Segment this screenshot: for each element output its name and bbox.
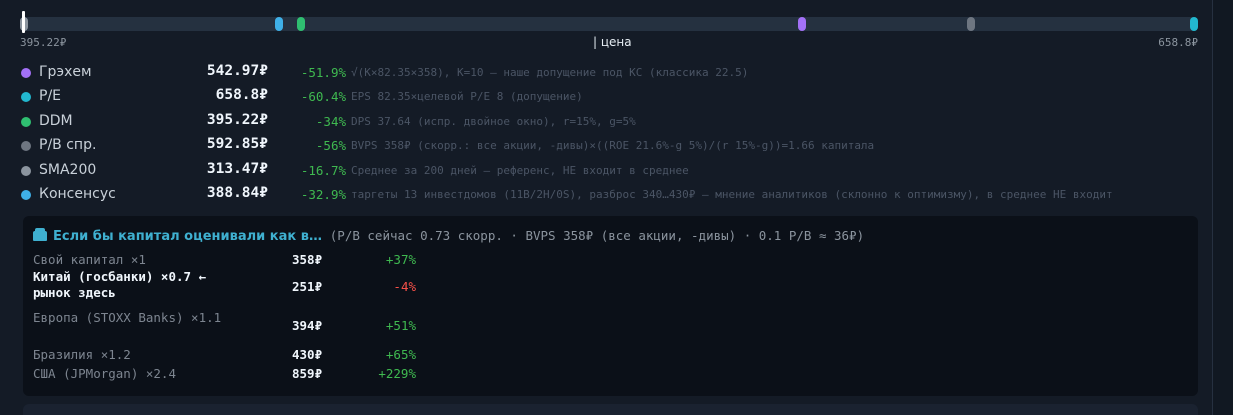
capital-row-value: 394₽ (292, 318, 323, 333)
method-row: DDM 395.22₽ -34% DPS 37.64 (испр. двойное о… (20, 111, 1200, 135)
method-name: Грэхем (39, 64, 92, 80)
price-label-text: цена (600, 35, 632, 49)
capital-row-name: Китай (госбанки) ×0.7 ← рынок здесь (33, 269, 207, 300)
method-delta: -60.4% (300, 89, 346, 105)
circle-icon (21, 189, 31, 200)
capital-row-name: Европа (STOXX Banks) ×1.1 (33, 310, 222, 325)
circle-icon (21, 165, 31, 176)
capital-row-delta: +229% (378, 366, 416, 381)
method-name: SMA200 (39, 161, 97, 178)
scroll-edge (1212, 0, 1233, 415)
range-min-label: 395.22₽ (20, 36, 67, 49)
capital-row-value: 251₽ (292, 279, 323, 294)
method-delta: -51.9% (300, 65, 346, 80)
bank-icon (33, 228, 47, 241)
method-name: P/B спр. (39, 137, 97, 154)
circle-icon (21, 92, 31, 103)
capital-row-value: 859₽ (292, 366, 323, 381)
method-value: 313.47₽ (206, 160, 268, 177)
method-value: 592.85₽ (206, 136, 268, 153)
range-marker (296, 17, 305, 31)
valuation-range-bar (20, 11, 1198, 33)
capital-comparison-panel: Если бы капитал оценивали как в… (P/B се… (23, 216, 1198, 396)
range-marker (1190, 17, 1198, 31)
method-row: P/E 658.8₽ -60.4% EPS 82.35×целевой P/E 8 (… (20, 86, 1200, 110)
range-marker (797, 17, 806, 31)
panel-title-text: Если бы капитал оценивали как в… (53, 229, 322, 244)
range-marker (966, 17, 975, 31)
method-delta: -56% (315, 138, 346, 154)
method-name: P/E (39, 88, 62, 105)
circle-icon (21, 116, 31, 127)
capital-row-value: 430₽ (292, 347, 323, 362)
range-max-label: 658.8₽ (1158, 36, 1198, 49)
method-note: таргеты 13 инвестдомов (11B/2H/0S), разб… (351, 187, 1113, 201)
method-note: BVPS 358₽ (скорр.: все акции, -дивы)×((R… (351, 139, 875, 153)
method-delta: -34% (315, 113, 346, 129)
method-note: Среднее за 200 дней — референс, НЕ входи… (351, 163, 689, 177)
capital-row-delta: +51% (385, 318, 416, 333)
method-value: 658.8₽ (215, 87, 268, 104)
method-note: EPS 82.35×целевой P/E 8 (допущение) (351, 90, 583, 104)
panel-title: Если бы капитал оценивали как в… (P/B се… (33, 228, 864, 244)
method-value: 388.84₽ (206, 184, 268, 201)
method-note: DPS 37.64 (испр. двойное окно), r=15%, g… (351, 114, 636, 128)
panel-subtitle: (P/B сейчас 0.73 скорр. · BVPS 358₽ (все… (329, 228, 865, 243)
capital-row-delta: -4% (393, 279, 416, 294)
capital-row-name: Бразилия ×1.2 (33, 347, 131, 362)
method-row: SMA200 313.47₽ -16.7% Среднее за 200 дней —… (20, 160, 1200, 184)
capital-row-value: 358₽ (292, 252, 323, 267)
method-name: Консенсус (39, 185, 116, 202)
valuation-methods-list: Грэхем 542.97₽ -51.9% √(K×82.35×358), K=10 … (20, 62, 1200, 208)
method-value: 542.97₽ (206, 63, 268, 79)
capital-row-delta: +37% (385, 252, 416, 267)
method-note: √(K×82.35×358), K=10 — наше допущение по… (351, 66, 749, 79)
capital-row-name: США (JPMorgan) ×2.4 (33, 366, 176, 381)
circle-icon (21, 141, 31, 152)
method-delta: -32.9% (300, 186, 346, 202)
method-name: DDM (39, 112, 73, 129)
current-price-marker (22, 11, 25, 33)
method-value: 395.22₽ (206, 111, 268, 128)
price-label: | цена (593, 35, 632, 49)
method-row: Грэхем 542.97₽ -51.9% √(K×82.35×358), K=10 … (20, 62, 1200, 86)
range-track (20, 17, 1198, 31)
method-delta: -16.7% (300, 162, 346, 178)
circle-icon (21, 68, 31, 78)
capital-row-name: Свой капитал ×1 (33, 252, 146, 267)
next-panel (23, 404, 1198, 415)
method-row: Консенсус 388.84₽ -32.9% таргеты 13 инвестд… (20, 184, 1200, 208)
method-row: P/B спр. 592.85₽ -56% BVPS 358₽ (скорр.: вс… (20, 135, 1200, 159)
capital-row-delta: +65% (385, 347, 416, 362)
range-marker (275, 17, 284, 31)
